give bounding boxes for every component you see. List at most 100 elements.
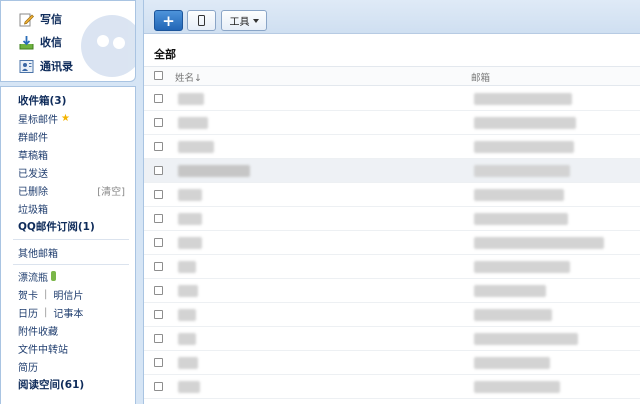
redacted-email xyxy=(474,381,560,393)
redacted-email xyxy=(474,333,578,345)
chevron-down-icon xyxy=(252,18,259,23)
notebook-link[interactable]: 记事本 xyxy=(53,305,83,320)
redacted-name xyxy=(178,93,204,105)
pencil-icon xyxy=(19,12,34,27)
sidebar-item-attachments[interactable]: 附件收藏 xyxy=(18,322,129,338)
toolbar: + 工具 xyxy=(144,0,640,34)
sidebar-item-spam[interactable]: 垃圾箱 xyxy=(18,200,129,216)
mobile-sync-button[interactable] xyxy=(187,10,216,31)
receive-mail-link[interactable]: 收信 xyxy=(19,33,62,51)
divider xyxy=(13,264,129,265)
table-row[interactable] xyxy=(144,159,640,183)
calendar-link[interactable]: 日历 xyxy=(18,305,38,320)
sidebar-item-reading-space[interactable]: 阅读空间(61) xyxy=(18,376,129,392)
table-row[interactable] xyxy=(144,279,640,303)
table-row[interactable] xyxy=(144,135,640,159)
file-transfer-label: 文件中转站 xyxy=(18,344,68,356)
list-title: 全部 xyxy=(154,48,176,61)
spam-label: 垃圾箱 xyxy=(18,204,48,216)
mascot-decoration xyxy=(81,15,135,77)
quick-actions-panel: 写信 收信 通讯录 xyxy=(0,0,136,82)
sidebar-item-inbox[interactable]: 收件箱(3) xyxy=(18,92,129,108)
table-row[interactable] xyxy=(144,351,640,375)
redacted-email xyxy=(474,165,570,177)
sidebar-item-drafts[interactable]: 草稿箱 xyxy=(18,146,129,162)
redacted-name xyxy=(178,165,250,177)
postcard-link[interactable]: 明信片 xyxy=(53,287,83,302)
table-row[interactable] xyxy=(144,327,640,351)
reading-space-label: 阅读空间(61) xyxy=(18,378,85,391)
divider xyxy=(13,239,129,240)
name-column-header[interactable]: 姓名↓ xyxy=(175,70,202,84)
row-checkbox[interactable] xyxy=(154,334,163,343)
redacted-name xyxy=(178,309,196,321)
row-checkbox[interactable] xyxy=(154,262,163,271)
sidebar-item-resume[interactable]: 简历 xyxy=(18,358,129,374)
redacted-name xyxy=(178,333,196,345)
sidebar-row-calendar: 日历 | 记事本 xyxy=(18,304,129,320)
redacted-email xyxy=(474,213,568,225)
greeting-card-link[interactable]: 贺卡 xyxy=(18,287,38,302)
sidebar-item-deleted[interactable]: 已删除 [清空] xyxy=(18,182,129,198)
sidebar-item-starred[interactable]: 星标邮件 ★ xyxy=(18,110,129,126)
sent-label: 已发送 xyxy=(18,168,48,180)
tools-dropdown-button[interactable]: 工具 xyxy=(221,10,267,31)
table-row[interactable] xyxy=(144,303,640,327)
empty-trash-link[interactable]: [清空] xyxy=(97,183,125,198)
separator: | xyxy=(44,306,48,318)
row-checkbox[interactable] xyxy=(154,214,163,223)
redacted-name xyxy=(178,381,200,393)
row-checkbox[interactable] xyxy=(154,190,163,199)
inbox-download-icon xyxy=(19,35,34,50)
sidebar-item-group-mail[interactable]: 群邮件 xyxy=(18,128,129,144)
row-checkbox[interactable] xyxy=(154,166,163,175)
sidebar-item-file-transfer[interactable]: 文件中转站 xyxy=(18,340,129,356)
redacted-name xyxy=(178,261,196,273)
redacted-email xyxy=(474,285,546,297)
redacted-name xyxy=(178,213,202,225)
table-row[interactable] xyxy=(144,231,640,255)
bottle-icon xyxy=(51,271,56,281)
redacted-name xyxy=(178,141,214,153)
contacts-main-panel: + 工具 全部 姓名↓ 邮箱 xyxy=(143,0,640,404)
redacted-email xyxy=(474,357,550,369)
compose-label: 写信 xyxy=(40,13,62,26)
table-row[interactable] xyxy=(144,183,640,207)
receive-mail-label: 收信 xyxy=(40,36,62,49)
row-checkbox[interactable] xyxy=(154,238,163,247)
table-row[interactable] xyxy=(144,111,640,135)
redacted-email xyxy=(474,309,552,321)
contacts-label: 通讯录 xyxy=(40,60,73,73)
redacted-name xyxy=(178,357,198,369)
row-checkbox[interactable] xyxy=(154,286,163,295)
redacted-email xyxy=(474,189,564,201)
sidebar-item-sent[interactable]: 已发送 xyxy=(18,164,129,180)
contacts-link[interactable]: 通讯录 xyxy=(19,57,73,75)
select-all-checkbox[interactable] xyxy=(154,71,163,80)
add-contact-button[interactable]: + xyxy=(154,10,183,31)
row-checkbox[interactable] xyxy=(154,310,163,319)
attachments-label: 附件收藏 xyxy=(18,326,58,338)
redacted-email xyxy=(474,141,574,153)
compose-link[interactable]: 写信 xyxy=(19,10,62,28)
table-row[interactable] xyxy=(144,255,640,279)
group-mail-label: 群邮件 xyxy=(18,132,48,144)
row-checkbox[interactable] xyxy=(154,142,163,151)
plus-icon: + xyxy=(162,11,175,30)
redacted-name xyxy=(178,189,202,201)
redacted-email xyxy=(474,237,604,249)
sidebar-item-other-mailbox[interactable]: 其他邮箱 xyxy=(18,244,129,260)
table-row[interactable] xyxy=(144,207,640,231)
redacted-email xyxy=(474,261,570,273)
row-checkbox[interactable] xyxy=(154,382,163,391)
row-checkbox[interactable] xyxy=(154,118,163,127)
row-checkbox[interactable] xyxy=(154,94,163,103)
other-mailbox-label: 其他邮箱 xyxy=(18,248,58,260)
table-row[interactable] xyxy=(144,87,640,111)
redacted-email xyxy=(474,117,576,129)
sidebar-item-drift-bottle[interactable]: 漂流瓶 xyxy=(18,268,129,284)
row-checkbox[interactable] xyxy=(154,358,163,367)
table-row[interactable] xyxy=(144,375,640,399)
mobile-phone-icon xyxy=(198,15,205,26)
sidebar-item-qq-subscription[interactable]: QQ邮件订阅(1) xyxy=(18,218,129,234)
